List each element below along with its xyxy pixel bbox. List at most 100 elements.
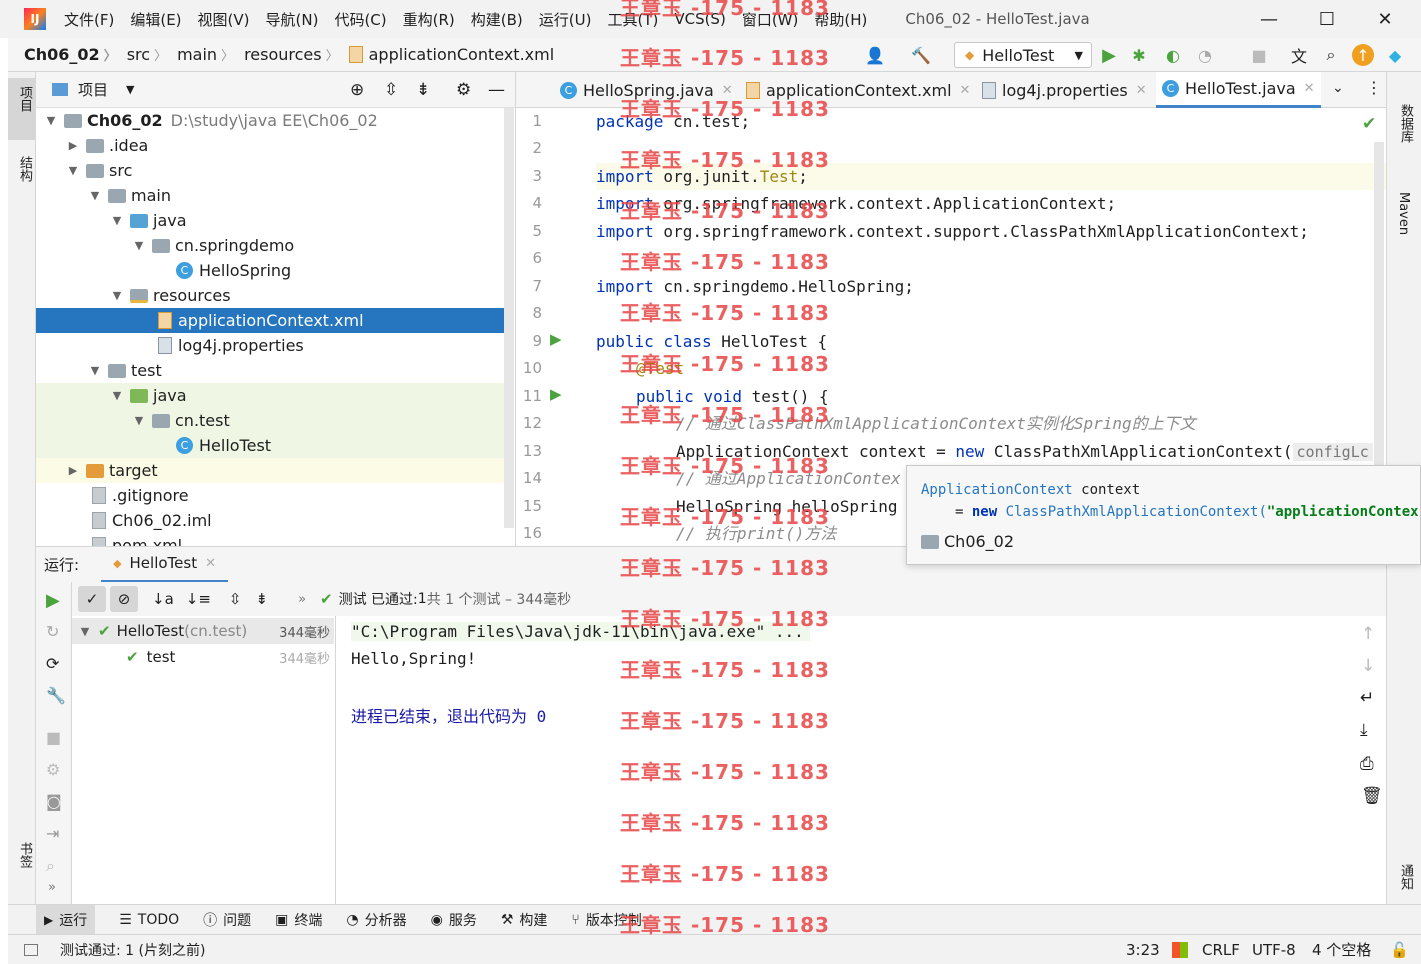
- tool-services[interactable]: ◉ 服务: [431, 910, 477, 930]
- expand-all-icon[interactable]: ⇳: [384, 80, 398, 100]
- tree-item-cn-springdemo[interactable]: ▼ cn.springdemo: [36, 233, 506, 258]
- tab-applicationcontext[interactable]: applicationContext.xml ✕: [746, 72, 970, 108]
- tab-log4j[interactable]: log4j.properties ✕: [982, 72, 1147, 108]
- tree-item-project-root[interactable]: ▼ Ch06_02 D:\study\java EE\Ch06_02: [36, 108, 506, 133]
- search-icon[interactable]: ⌕: [1320, 44, 1342, 66]
- collapse-all-icon[interactable]: ⇟: [255, 590, 268, 608]
- status-message[interactable]: 测试通过: 1 (片刻之前): [60, 940, 205, 960]
- tree-item-hellotest[interactable]: C HelloTest: [36, 433, 506, 458]
- menu-code[interactable]: 代码(C): [334, 9, 386, 30]
- no-problems-check-icon[interactable]: ✔: [1362, 114, 1376, 134]
- tree-item-resources[interactable]: ▼ resources: [36, 283, 506, 308]
- run-icon[interactable]: ▶: [1098, 44, 1120, 66]
- rerun-failed-icon[interactable]: ↻: [46, 622, 59, 641]
- tool-terminal[interactable]: ▣ 终端: [275, 910, 322, 930]
- editor-scrollbar[interactable]: [1374, 142, 1384, 472]
- breadcrumb-project[interactable]: Ch06_02 〉: [24, 45, 117, 64]
- close-icon[interactable]: ✕: [1304, 81, 1315, 96]
- windows-icon[interactable]: [1172, 941, 1188, 958]
- test-row-test[interactable]: ✔ test 344毫秒: [72, 644, 334, 670]
- line-separator[interactable]: CRLF: [1202, 941, 1240, 959]
- menu-window[interactable]: 窗口(W): [742, 9, 799, 30]
- maven-tool-tab[interactable]: Maven: [1387, 168, 1421, 238]
- run-gutter-icon[interactable]: ▶: [550, 330, 562, 348]
- file-encoding[interactable]: UTF-8: [1252, 941, 1296, 959]
- soft-wrap-icon[interactable]: ↵: [1360, 688, 1374, 708]
- menu-navigate[interactable]: 导航(N): [266, 9, 319, 30]
- more-icon[interactable]: »: [48, 880, 56, 895]
- down-arrow-icon[interactable]: ↓: [1361, 656, 1375, 676]
- more-icon[interactable]: »: [298, 592, 306, 607]
- tree-item-applicationcontext-xml[interactable]: applicationContext.xml: [36, 308, 506, 333]
- import-icon[interactable]: ⇥: [46, 824, 59, 843]
- menu-help[interactable]: 帮助(H): [814, 9, 867, 30]
- tree-item-test[interactable]: ▼ test: [36, 358, 506, 383]
- show-passed-icon[interactable]: ✓: [78, 586, 106, 612]
- stop-icon[interactable]: ■: [46, 728, 61, 747]
- tree-item-iml[interactable]: Ch06_02.iml: [36, 508, 506, 533]
- build-hammer-icon[interactable]: 🔨: [910, 44, 932, 66]
- notifications-tool-tab[interactable]: 通知: [1387, 842, 1421, 892]
- coverage-icon[interactable]: ◐: [1162, 44, 1184, 66]
- print-icon[interactable]: ⎙: [1360, 754, 1374, 774]
- tool-problems[interactable]: ⓘ 问题: [203, 910, 251, 930]
- tree-item-target[interactable]: ▶ target: [36, 458, 506, 483]
- menu-vcs[interactable]: VCS(S): [674, 10, 725, 28]
- toggle-auto-test-icon[interactable]: ⟳: [46, 654, 59, 673]
- profiler-icon[interactable]: ◔: [1194, 44, 1216, 66]
- close-window-button[interactable]: ✕: [1356, 0, 1414, 38]
- database-tool-tab[interactable]: 数据库: [1387, 80, 1421, 150]
- trash-icon[interactable]: 🗑: [1361, 786, 1383, 806]
- export-icon[interactable]: ⚙: [46, 760, 60, 779]
- close-icon[interactable]: ✕: [1136, 83, 1147, 98]
- stop-icon[interactable]: ■: [1248, 44, 1270, 66]
- gear-icon[interactable]: ⚙: [456, 80, 471, 100]
- tab-hellospring[interactable]: C HelloSpring.java ✕: [560, 72, 733, 108]
- tool-version-control[interactable]: ⑂ 版本控制: [571, 910, 641, 930]
- menu-tools[interactable]: 工具(T): [607, 9, 658, 30]
- project-tool-tab[interactable]: 项目: [8, 78, 36, 140]
- run-gutter-icon[interactable]: ▶: [550, 385, 562, 403]
- tree-item-src[interactable]: ▼ src: [36, 158, 506, 183]
- tree-item-pom[interactable]: pom.xml: [36, 533, 506, 546]
- indent-setting[interactable]: 4 个空格: [1312, 939, 1371, 960]
- tool-profiler[interactable]: ◔ 分析器: [346, 910, 406, 930]
- type-link[interactable]: ClassPathXmlApplicationContext(: [997, 504, 1267, 520]
- sort-alpha-icon[interactable]: ↓a: [152, 590, 174, 608]
- menu-run[interactable]: 运行(U): [539, 9, 592, 30]
- breadcrumb-resources[interactable]: resources 〉: [244, 45, 339, 64]
- structure-tool-tab[interactable]: 结构: [8, 150, 36, 210]
- history-icon[interactable]: ⌕: [46, 856, 55, 876]
- up-arrow-icon[interactable]: ↑: [1361, 624, 1375, 644]
- breadcrumb-file[interactable]: applicationContext.xml: [348, 45, 554, 64]
- maximize-button[interactable]: ☐: [1298, 0, 1356, 38]
- tree-item-log4j-properties[interactable]: log4j.properties: [36, 333, 506, 358]
- dropdown-arrow-icon[interactable]: ▼: [126, 83, 134, 96]
- tree-item-hellospring[interactable]: C HelloSpring: [36, 258, 506, 283]
- breadcrumb-src[interactable]: src 〉: [127, 45, 167, 64]
- tree-item-idea[interactable]: ▶ .idea: [36, 133, 506, 158]
- project-panel-title[interactable]: 项目: [78, 79, 108, 100]
- bookmarks-tool-tab[interactable]: 书签: [8, 838, 36, 888]
- translate-icon[interactable]: 文: [1288, 44, 1310, 66]
- sort-duration-icon[interactable]: ↓≡: [186, 590, 211, 608]
- caret-position[interactable]: 3:23: [1126, 941, 1160, 959]
- tool-run[interactable]: ▶ 运行: [36, 904, 96, 935]
- rerun-icon[interactable]: ▶: [46, 590, 60, 611]
- tree-item-main[interactable]: ▼ main: [36, 183, 506, 208]
- menu-build[interactable]: 构建(B): [471, 9, 523, 30]
- project-scrollbar[interactable]: [504, 108, 514, 528]
- expand-all-icon[interactable]: ⇳: [229, 590, 242, 608]
- hide-panel-icon[interactable]: —: [488, 80, 505, 100]
- debug-icon[interactable]: ✱: [1128, 44, 1150, 66]
- breadcrumb-main[interactable]: main 〉: [177, 45, 234, 64]
- run-tab-hellotest[interactable]: ◆ HelloTest ✕: [101, 547, 228, 583]
- tree-item-test-java[interactable]: ▼ java: [36, 383, 506, 408]
- tool-todo[interactable]: ☰ TODO: [119, 912, 179, 928]
- lock-icon[interactable]: 🔓: [1390, 941, 1409, 959]
- tree-item-gitignore[interactable]: .gitignore: [36, 483, 506, 508]
- run-config-selector[interactable]: ◆ HelloTest ▼: [954, 42, 1092, 68]
- camera-icon[interactable]: ◙: [46, 792, 62, 811]
- close-icon[interactable]: ✕: [722, 83, 733, 98]
- locate-file-icon[interactable]: ⊕: [350, 80, 364, 100]
